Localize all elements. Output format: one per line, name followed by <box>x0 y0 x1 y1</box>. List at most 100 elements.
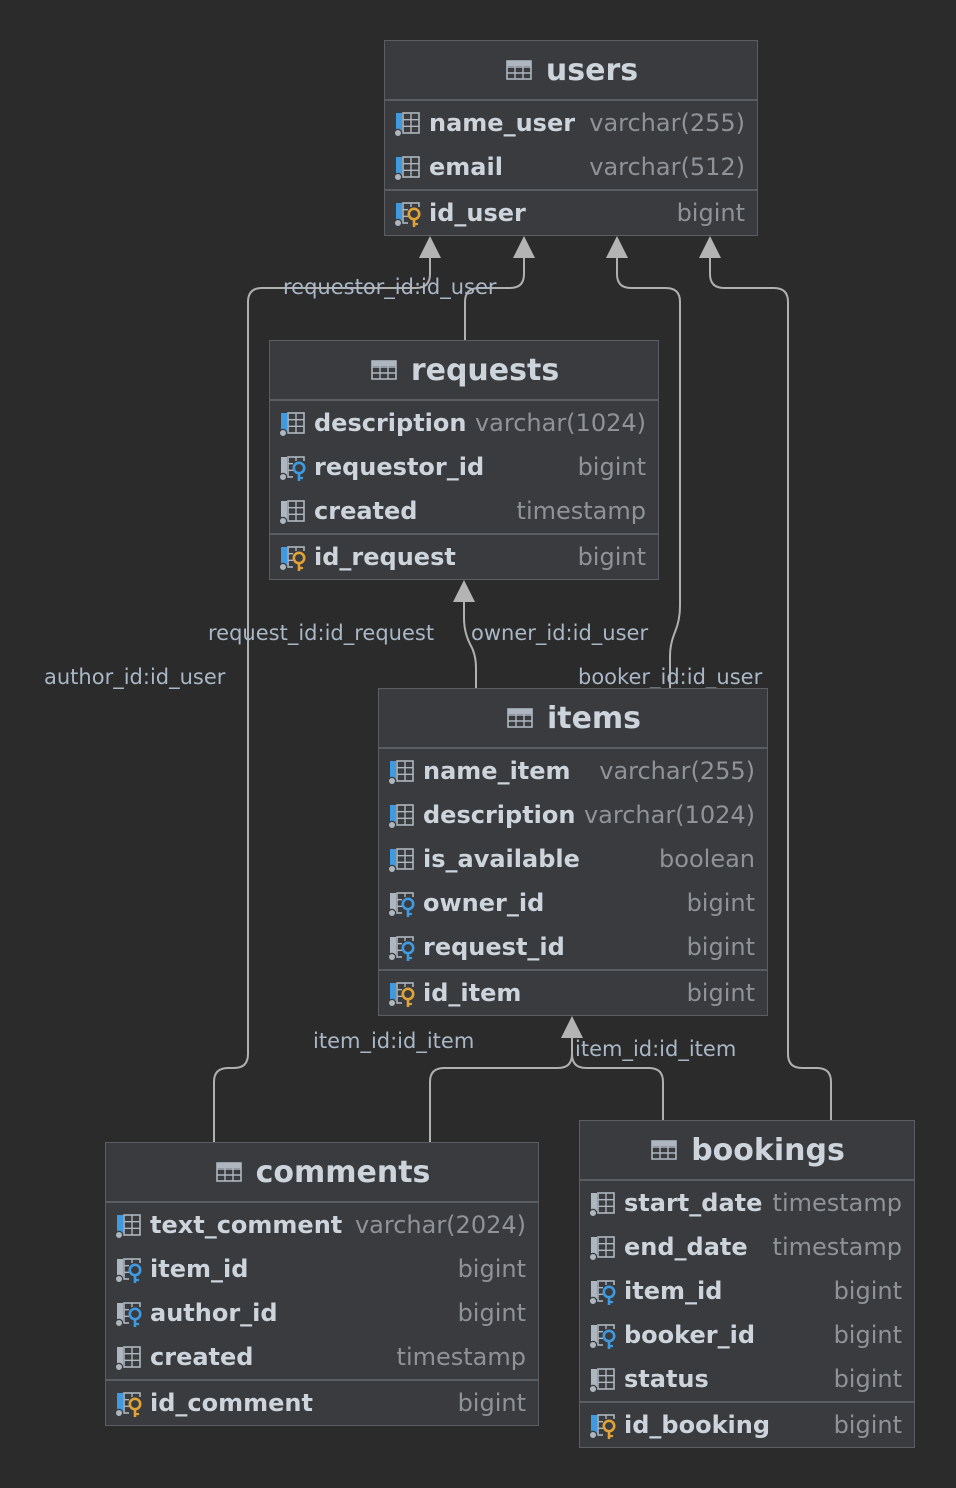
column-icon <box>588 1188 618 1218</box>
table-title: items <box>546 700 642 736</box>
column-row[interactable]: start_date timestamp <box>580 1181 914 1225</box>
line-comments-item-to-items <box>429 1038 573 1142</box>
column-type: bigint <box>686 933 755 961</box>
column-row[interactable]: owner_id bigint <box>379 881 767 925</box>
column-type: timestamp <box>772 1233 902 1261</box>
column-name: status <box>624 1365 709 1393</box>
column-name: author_id <box>150 1299 278 1327</box>
column-row[interactable]: item_id bigint <box>580 1269 914 1313</box>
column-type: varchar(255) <box>589 109 745 137</box>
primary-key-icon <box>278 542 308 572</box>
foreign-key-icon <box>114 1298 144 1328</box>
column-name: item_id <box>624 1277 723 1305</box>
column-type: varchar(1024) <box>474 409 646 437</box>
column-name: id_item <box>423 979 522 1007</box>
table-comments[interactable]: comments text_comment varchar(2024) item_… <box>105 1142 539 1426</box>
column-name: request_id <box>423 933 565 961</box>
column-type: bigint <box>833 1411 902 1439</box>
column-icon <box>114 1210 144 1240</box>
relation-label-requestor: requestor_id:id_user <box>283 275 497 299</box>
foreign-key-icon <box>387 932 417 962</box>
column-row[interactable]: name_user varchar(255) <box>385 101 757 145</box>
column-name: created <box>314 497 418 525</box>
relation-label-request: request_id:id_request <box>208 621 435 645</box>
column-row[interactable]: status bigint <box>580 1357 914 1401</box>
column-type: timestamp <box>772 1189 902 1217</box>
column-name: id_comment <box>150 1389 313 1417</box>
column-row[interactable]: created timestamp <box>270 489 658 533</box>
relation-label-booker: booker_id:id_user <box>578 665 763 689</box>
foreign-key-icon <box>278 452 308 482</box>
column-icon <box>278 408 308 438</box>
foreign-key-icon <box>588 1320 618 1350</box>
column-type: bigint <box>833 1277 902 1305</box>
column-row[interactable]: booker_id bigint <box>580 1313 914 1357</box>
column-type: timestamp <box>396 1343 526 1371</box>
column-type: bigint <box>833 1321 902 1349</box>
column-row[interactable]: created timestamp <box>106 1335 538 1379</box>
column-type: bigint <box>457 1255 526 1283</box>
primary-key-row[interactable]: id_request bigint <box>270 533 658 579</box>
table-icon <box>214 1157 244 1187</box>
table-bookings[interactable]: bookings start_date timestamp end_date tim… <box>579 1120 915 1448</box>
table-requests[interactable]: requests description varchar(1024) reques… <box>269 340 659 580</box>
relation-label-owner: owner_id:id_user <box>471 621 649 645</box>
column-icon <box>588 1364 618 1394</box>
line-items-request-to-requests <box>463 602 477 688</box>
foreign-key-icon <box>114 1254 144 1284</box>
table-icon <box>369 355 399 385</box>
column-row[interactable]: requestor_id bigint <box>270 445 658 489</box>
arrow-head <box>561 1016 583 1038</box>
column-type: bigint <box>686 979 755 1007</box>
arrow-head <box>513 236 535 258</box>
column-icon <box>114 1342 144 1372</box>
primary-key-icon <box>114 1388 144 1418</box>
column-name: owner_id <box>423 889 545 917</box>
column-row[interactable]: end_date timestamp <box>580 1225 914 1269</box>
table-icon <box>649 1135 679 1165</box>
column-row[interactable]: description varchar(1024) <box>379 793 767 837</box>
table-users[interactable]: users name_user varchar(255) email varchar… <box>384 40 758 236</box>
column-row[interactable]: request_id bigint <box>379 925 767 969</box>
column-name: created <box>150 1343 254 1371</box>
primary-key-row[interactable]: id_item bigint <box>379 969 767 1015</box>
table-header: bookings <box>580 1121 914 1181</box>
column-name: id_user <box>429 199 526 227</box>
relation-label-author: author_id:id_user <box>44 665 226 689</box>
column-name: id_request <box>314 543 456 571</box>
primary-key-row[interactable]: id_user bigint <box>385 189 757 235</box>
column-name: name_item <box>423 757 571 785</box>
column-icon <box>387 800 417 830</box>
column-icon <box>393 108 423 138</box>
column-row[interactable]: is_available boolean <box>379 837 767 881</box>
column-row[interactable]: author_id bigint <box>106 1291 538 1335</box>
table-header: requests <box>270 341 658 401</box>
column-type: varchar(1024) <box>583 801 755 829</box>
line-requests-requestor-to-users <box>464 258 525 340</box>
column-row[interactable]: email varchar(512) <box>385 145 757 189</box>
column-row[interactable]: text_comment varchar(2024) <box>106 1203 538 1247</box>
relation-label-booking-item: item_id:id_item <box>575 1037 737 1061</box>
primary-key-row[interactable]: id_comment bigint <box>106 1379 538 1425</box>
foreign-key-icon <box>588 1276 618 1306</box>
arrow-head <box>419 236 441 258</box>
column-row[interactable]: description varchar(1024) <box>270 401 658 445</box>
column-name: start_date <box>624 1189 763 1217</box>
table-title: requests <box>410 352 560 388</box>
column-row[interactable]: item_id bigint <box>106 1247 538 1291</box>
column-type: timestamp <box>516 497 646 525</box>
table-items[interactable]: items name_item varchar(255) description v… <box>378 688 768 1016</box>
table-title: comments <box>255 1154 431 1190</box>
primary-key-row[interactable]: id_booking bigint <box>580 1401 914 1447</box>
foreign-key-icon <box>387 888 417 918</box>
arrow-head <box>453 580 475 602</box>
relation-label-comment-item: item_id:id_item <box>313 1029 475 1053</box>
line-bookings-item-to-items <box>571 1053 664 1120</box>
column-type: bigint <box>457 1389 526 1417</box>
column-type: bigint <box>457 1299 526 1327</box>
column-type: bigint <box>833 1365 902 1393</box>
column-name: is_available <box>423 845 580 873</box>
column-type: bigint <box>577 453 646 481</box>
column-row[interactable]: name_item varchar(255) <box>379 749 767 793</box>
column-name: name_user <box>429 109 576 137</box>
